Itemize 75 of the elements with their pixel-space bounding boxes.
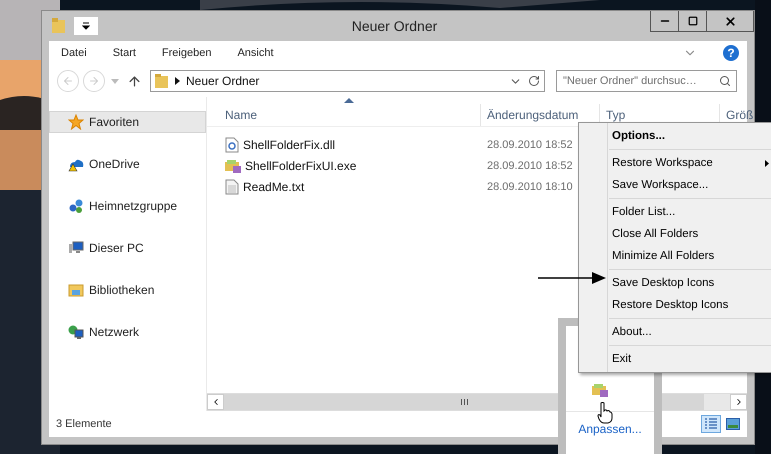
file-name[interactable]: ShellFolderFixUI.exe [245,158,356,172]
sidebar-item[interactable]: Netzwerk [49,321,206,343]
ribbon-tab[interactable]: Freigeben [162,47,212,59]
sidebar-label: Netzwerk [89,325,140,339]
ribbon-tab[interactable]: Start [112,47,136,59]
item-count: 3 Elemente [56,418,112,430]
column-heading[interactable]: Größ [726,108,754,122]
modified-date: 28.09.2010 18:52 [486,160,573,172]
close-button[interactable] [706,11,754,32]
settings-file-icon [225,136,239,152]
network-icon [68,324,84,340]
maximize-icon [688,16,698,26]
menu-item[interactable]: Restore Desktop Icons [579,294,771,316]
star-icon [68,114,84,130]
ribbon-tab[interactable]: Ansicht [237,47,274,59]
customize-link[interactable]: Anpassen... [578,422,642,436]
folder-icon [155,74,169,88]
homegroup-icon [68,198,84,214]
sidebar-label: Favoriten [89,115,140,129]
menu-item[interactable]: Close All Folders [579,223,771,245]
submenu-arrow-icon [765,160,769,167]
menu-item[interactable]: Save Workspace... [579,174,771,196]
computer-icon [68,240,84,256]
search-icon [719,75,731,87]
annotation-arrow [538,272,606,284]
menu-item[interactable]: Exit [579,348,771,370]
column-heading[interactable]: Typ [606,108,626,122]
library-folder-icon [68,282,84,298]
menu-item[interactable]: Options... [579,125,771,147]
folder-icon [52,18,66,34]
grip-icon [460,399,468,405]
minimize-button[interactable] [650,11,679,32]
quick-access-button[interactable] [74,17,98,35]
menu-item[interactable]: Minimize All Folders [579,245,771,267]
menu-item[interactable]: Save Desktop Icons [579,272,771,294]
file-name[interactable]: ShellFolderFix.dll [243,138,336,152]
file-name[interactable]: ReadMe.txt [243,180,304,194]
sidebar-item[interactable]: Heimnetzgruppe [49,195,206,217]
window-title: Neuer Ordner [350,18,438,34]
sidebar-item[interactable]: Bibliotheken [49,279,206,301]
menu-item[interactable]: About... [579,321,771,343]
column-heading[interactable]: Änderungsdatum [487,108,578,122]
forward-arrow-icon [88,75,100,87]
sort-arrow-icon [344,98,354,103]
sidebar-item[interactable]: Favoriten [49,111,206,133]
view-button[interactable] [701,415,721,433]
menu-item[interactable]: Restore Workspace [579,152,771,174]
sidebar-label: Bibliotheken [89,283,154,297]
address-path: Neuer Ordner [186,74,260,88]
caret-icon [82,22,90,30]
sidebar-label: Heimnetzgruppe [89,199,178,213]
ribbon-tab[interactable]: Datei [61,47,87,59]
column-heading[interactable]: Name [225,108,258,122]
sidebar-label: Dieser PC [89,241,144,255]
modified-date: 28.09.2010 18:52 [486,138,573,150]
caret-icon [111,78,119,84]
help-button[interactable]: ? [723,45,739,61]
sidebar-item[interactable]: Dieser PC [49,237,206,259]
menu-item[interactable]: Folder List... [579,201,771,223]
app-icon [225,158,241,172]
modified-date: 28.09.2010 18:10 [486,180,573,192]
text-file-icon [225,178,239,194]
back-arrow-icon [62,75,74,87]
search-field[interactable]: "Neuer Ordner" durchsuc… [556,70,737,92]
sidebar-label: OneDrive [89,157,140,171]
thumbnail-view-icon [726,418,740,430]
sidebar-item[interactable]: OneDrive [49,153,206,175]
address-bar[interactable]: Neuer Ordner [150,70,545,92]
refresh-icon[interactable] [528,75,540,87]
details-view-icon [704,418,718,430]
close-icon [724,14,736,28]
chevron-right-icon [175,77,180,85]
hand-cursor-icon [597,402,613,424]
view-button[interactable] [723,415,743,433]
app-icon [592,383,608,397]
